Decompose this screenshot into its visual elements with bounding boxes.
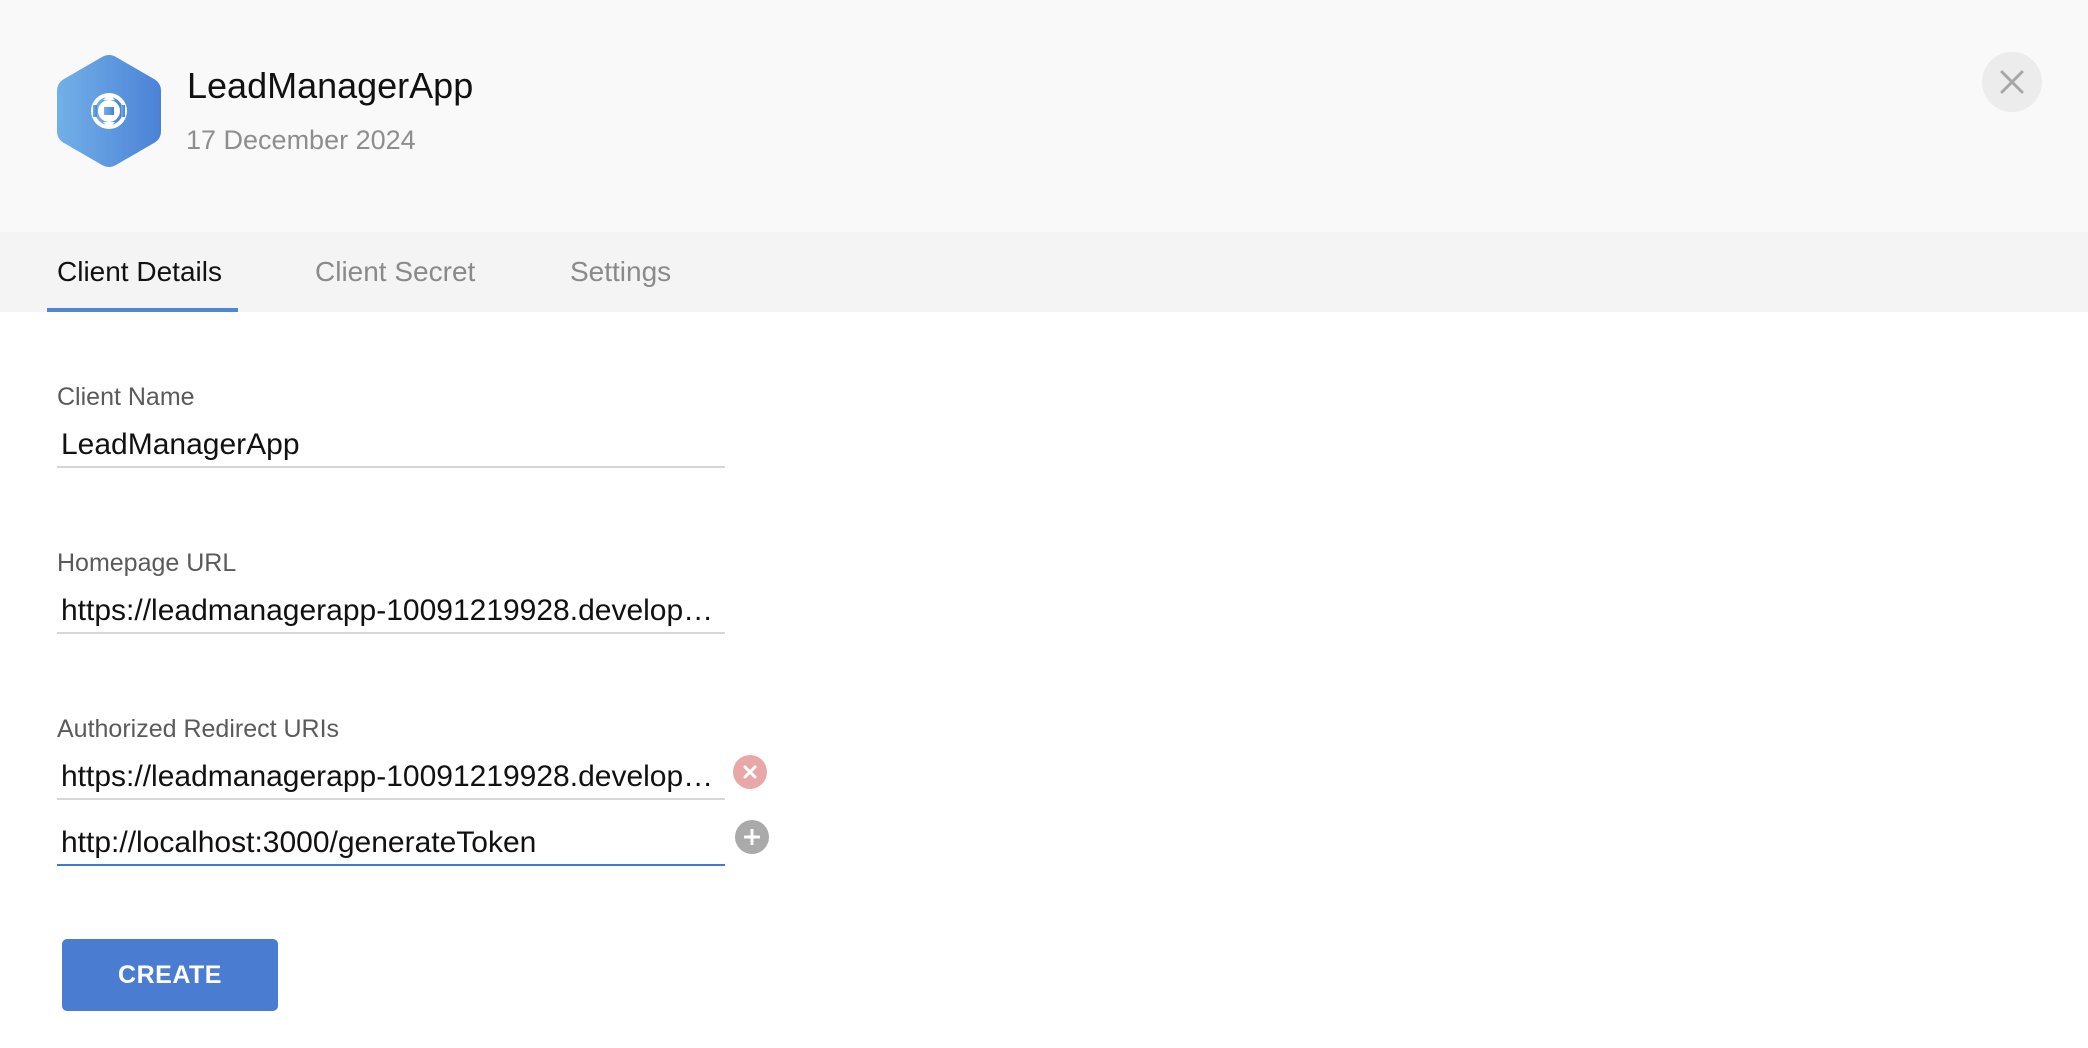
redirect-uri-input[interactable] <box>57 756 725 800</box>
globe-icon <box>91 93 127 129</box>
homepage-url-input[interactable] <box>57 590 725 634</box>
active-tab-indicator <box>47 308 238 312</box>
create-button[interactable]: CREATE <box>62 939 278 1011</box>
homepage-url-label: Homepage URL <box>57 549 237 577</box>
remove-icon <box>743 765 757 779</box>
tab-client-details[interactable]: Client Details <box>57 232 222 312</box>
tab-bar: Client Details Client Secret Settings <box>0 232 2088 312</box>
add-icon <box>744 829 760 845</box>
client-name-input[interactable] <box>57 424 725 468</box>
app-title: LeadManagerApp <box>187 65 474 106</box>
tab-client-secret[interactable]: Client Secret <box>315 232 475 312</box>
close-button[interactable] <box>1982 52 2042 112</box>
app-header: LeadManagerApp 17 December 2024 <box>0 0 2088 232</box>
close-icon <box>2000 70 2024 94</box>
app-logo <box>57 54 161 168</box>
redirect-uri-input[interactable] <box>57 822 725 866</box>
client-name-label: Client Name <box>57 383 195 411</box>
app-created-date: 17 December 2024 <box>186 125 416 155</box>
tab-settings[interactable]: Settings <box>570 232 671 312</box>
redirect-uris-label: Authorized Redirect URIs <box>57 715 340 743</box>
remove-uri-button[interactable] <box>733 755 767 789</box>
hexagon-logo-shape <box>57 55 161 167</box>
add-uri-button[interactable] <box>735 820 769 854</box>
